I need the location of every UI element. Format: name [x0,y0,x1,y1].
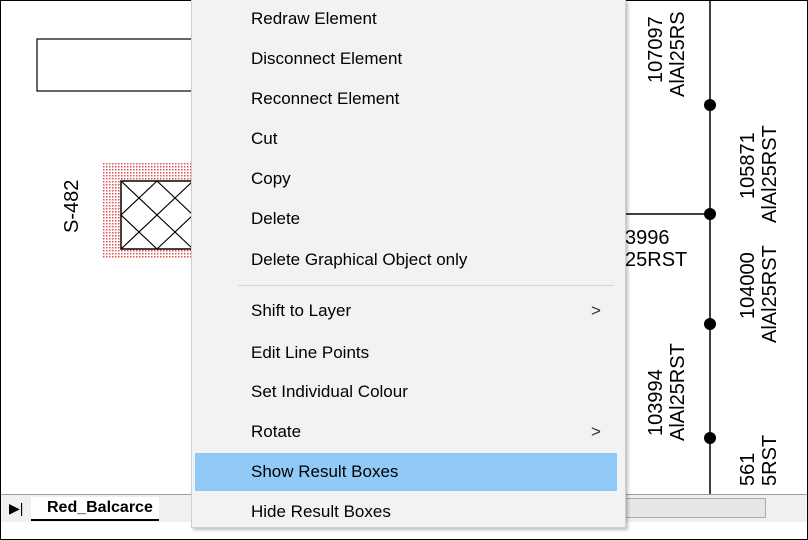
line-label-107097-type: AlAl25RS [667,11,689,97]
tab-scroll-end-icon[interactable]: ▶| [9,501,23,515]
tab-label: Red_Balcarce [47,499,153,516]
line-label-103994-id: 103994 [645,369,667,436]
menu-item-redraw-element[interactable]: Redraw Element [195,0,617,38]
menu-item-label: Reconnect Element [251,89,400,108]
menu-item-hide-result-boxes[interactable]: Hide Result Boxes [195,493,617,531]
line-label-107097-id: 107097 [645,16,667,83]
menu-item-set-individual-colour[interactable]: Set Individual Colour [195,373,617,411]
menu-item-label: Show Result Boxes [251,462,399,481]
node-dot[interactable] [704,208,716,220]
chevron-right-icon: > [591,422,601,441]
menu-item-cut[interactable]: Cut [195,120,617,158]
line-label-103996-id: 3996 [625,227,670,249]
switch-s482-symbol[interactable] [120,180,194,250]
menu-item-label: Rotate [251,422,302,441]
line-label-561-type: 5RST [759,435,781,486]
line-label-104000-id: 104000 [737,252,759,319]
diagram-box-element[interactable] [36,38,198,92]
menu-item-label: Delete Graphical Object only [251,250,468,269]
node-dot[interactable] [704,99,716,111]
switch-label: S-482 [61,180,83,233]
menu-item-rotate[interactable]: Rotate > [195,413,617,451]
line-label-103994-type: AlAl25RST [667,343,689,441]
menu-item-copy[interactable]: Copy [195,160,617,198]
menu-item-delete[interactable]: Delete [195,200,617,238]
menu-item-label: Set Individual Colour [251,382,408,401]
line-label-105871-id: 105871 [737,132,759,199]
menu-item-disconnect-element[interactable]: Disconnect Element [195,40,617,78]
menu-item-reconnect-element[interactable]: Reconnect Element [195,80,617,118]
menu-item-label: Hide Result Boxes [251,502,391,521]
menu-item-label: Edit Line Points [251,343,370,362]
menu-item-label: Delete [251,209,301,228]
menu-item-label: Cut [251,129,278,148]
menu-item-label: Shift to Layer [251,301,352,320]
menu-item-edit-line-points[interactable]: Edit Line Points [195,334,617,372]
menu-item-label: Redraw Element [251,9,377,28]
menu-item-shift-to-layer[interactable]: Shift to Layer > [195,292,617,330]
line-label-103996-type: 25RST [625,249,687,271]
menu-separator [238,285,614,286]
line-label-105871-type: AlAl25RST [759,125,781,223]
line-label-104000-type: AlAl25RST [759,245,781,343]
menu-item-show-result-boxes[interactable]: Show Result Boxes [195,453,617,491]
tab-red-balcarce[interactable]: Red_Balcarce [31,497,159,521]
node-dot[interactable] [704,318,716,330]
chevron-right-icon: > [591,301,601,320]
context-menu: Redraw Element Disconnect Element Reconnec… [191,0,626,528]
menu-item-delete-graphical-object-only[interactable]: Delete Graphical Object only [195,241,617,279]
node-dot[interactable] [704,432,716,444]
menu-item-label: Copy [251,169,291,188]
line-label-561-id: 561 [737,453,759,486]
menu-item-label: Disconnect Element [251,49,403,68]
